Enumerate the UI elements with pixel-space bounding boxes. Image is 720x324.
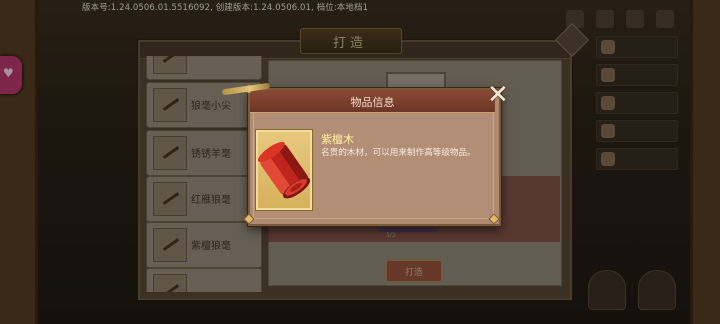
item-info-popup: 物品信息 紫檀木 名贵的木材，可以用来制作高等级物品。 xyxy=(243,83,501,226)
red-wood-log-icon xyxy=(257,141,311,199)
item-description: 名贵的木材，可以用来制作高等级物品。 xyxy=(321,148,476,158)
close-x-icon[interactable]: ✕ xyxy=(484,80,514,110)
popup-header: 物品信息 xyxy=(250,90,495,113)
popup-title: 物品信息 xyxy=(350,96,395,109)
item-icon-frame xyxy=(256,130,312,210)
close-glyph: ✕ xyxy=(487,80,509,110)
item-name: 紫檀木 xyxy=(321,133,354,146)
